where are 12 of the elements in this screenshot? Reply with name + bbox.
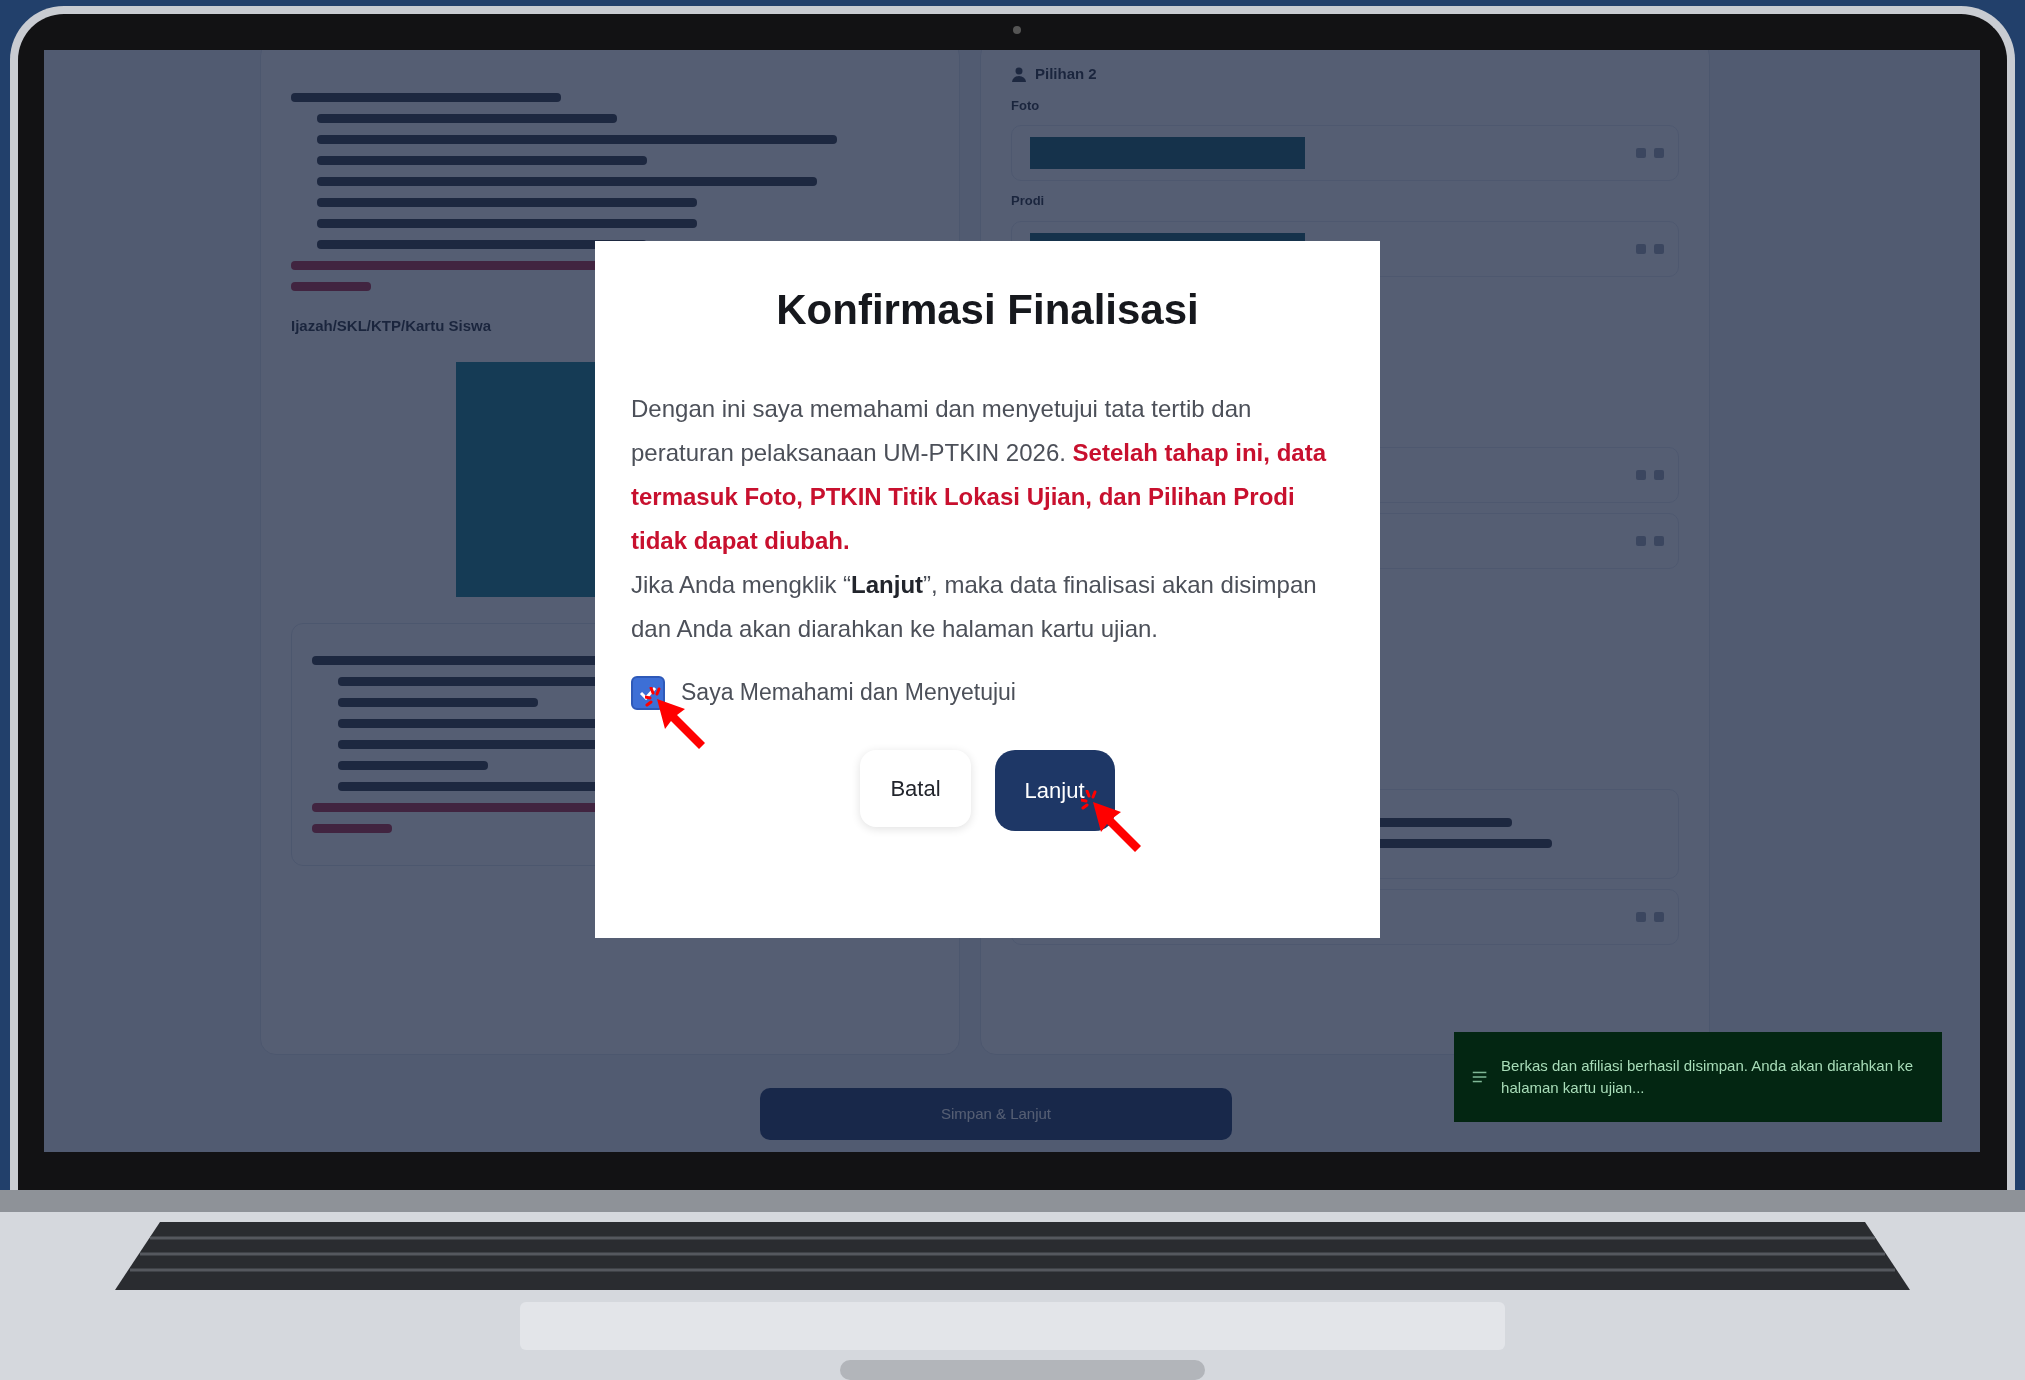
- continue-button[interactable]: Lanjut: [994, 749, 1115, 831]
- modal-title: Konfirmasi Finalisasi: [775, 285, 1200, 335]
- field-label: Prodi: [1011, 192, 1046, 210]
- section-label: Ijazah/SKL/KTP/Kartu Siswa: [291, 316, 493, 336]
- modal-message: Jika Anda mengklik “Lanjut”, maka data finalisasi akan disimpan dan Anda akan diarahkan ke halaman kartu ujian.: [631, 570, 1318, 645]
- checkbox-label: Saya Memahami dan Menyetujui: [681, 678, 1016, 708]
- cancel-button[interactable]: Batal: [860, 749, 971, 827]
- toast-message: Berkas dan afiliasi berhasil disimpan. Anda akan diarahkan ke halaman kartu ujian...: [1501, 1056, 1915, 1098]
- field-label: Foto: [1011, 96, 1041, 115]
- panel-heading: Pilihan 2: [1035, 64, 1097, 84]
- camera-icon: [1012, 26, 1021, 34]
- modal-message: Dengan ini saya memahami dan menyetujui tata tertib dan peraturan pelaksanaan UM-PTKIN 2026. Setelah tahap ini, data termasuk Foto, PTKIN Titik Lokasi Ujian, dan Pilihan Prodi tidak dapat diubah.: [631, 394, 1328, 557]
